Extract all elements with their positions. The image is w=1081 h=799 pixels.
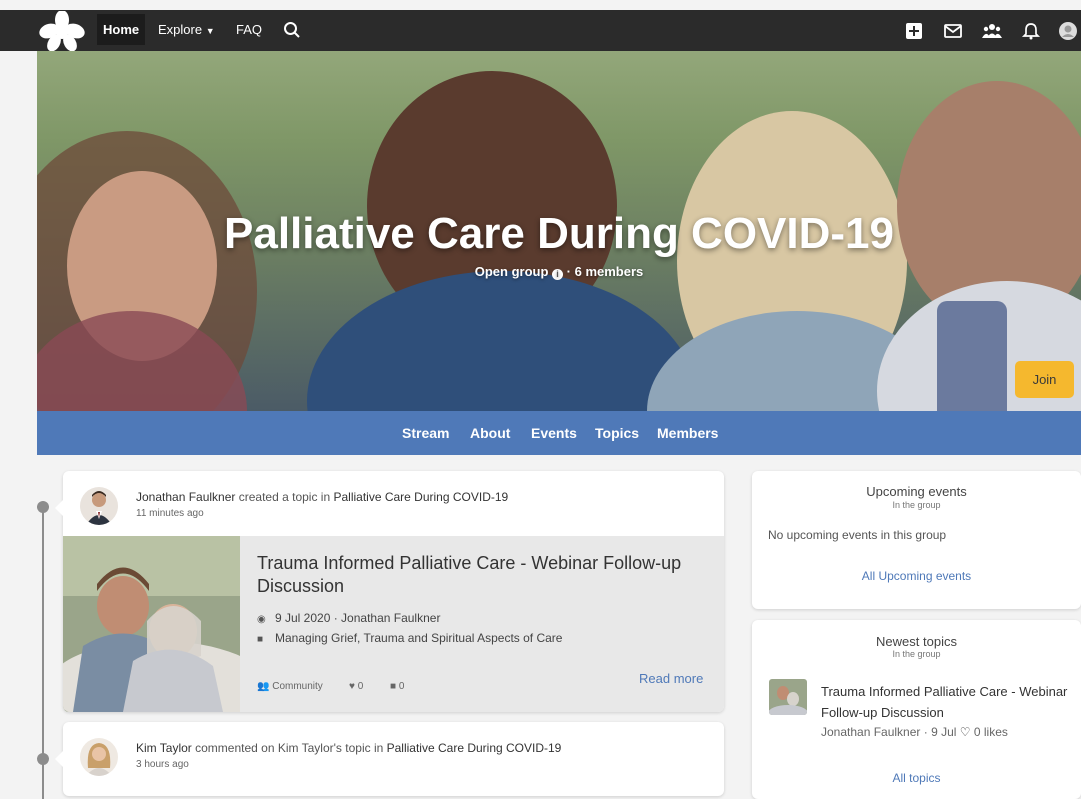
tab-events[interactable]: Events <box>531 425 577 441</box>
avatar-kim-icon <box>86 743 112 776</box>
likes-count: 0 <box>357 681 364 692</box>
activity-time: 11 minutes ago <box>136 508 204 519</box>
topic-date-author: 9 Jul 2020 · Jonathan Faulkner <box>275 611 441 625</box>
topic-date-row: ◉ 9 Jul 2020 · Jonathan Faulkner <box>257 611 440 625</box>
bell-icon[interactable] <box>1021 21 1041 41</box>
newest-topic-meta: Jonathan Faulkner · 9 Jul ♡ 0 likes <box>821 725 1008 739</box>
heart-outline-icon: ♡ <box>959 725 971 739</box>
upcoming-events-block: Upcoming events In the group No upcoming… <box>752 471 1081 609</box>
comments-row[interactable]: ■ 0 <box>390 681 404 692</box>
nav-home[interactable]: Home <box>97 14 146 45</box>
tab-about[interactable]: About <box>470 425 510 441</box>
group-title: Palliative Care During COVID-19 <box>224 209 894 258</box>
newest-topic-likes: 0 likes <box>973 725 1008 739</box>
topic-title[interactable]: Trauma Informed Palliative Care - Webina… <box>257 552 707 598</box>
newest-topics-block: Newest topics In the group Trauma Inform… <box>752 620 1081 799</box>
tab-stream[interactable]: Stream <box>402 425 449 441</box>
group-link[interactable]: Palliative Care During COVID-19 <box>387 741 562 755</box>
likes-row[interactable]: ♥ 0 <box>349 681 363 692</box>
visibility-row: 👥 Community <box>257 681 323 692</box>
activity-text: Jonathan Faulkner created a topic in Pal… <box>136 490 508 504</box>
hero-photo-shape <box>937 301 1007 411</box>
activity-action: created a topic in <box>235 490 334 504</box>
actor-link[interactable]: Kim Taylor <box>136 741 192 755</box>
all-topics-link[interactable]: All topics <box>752 771 1081 785</box>
newest-topic-author-date: Jonathan Faulkner · 9 Jul <box>821 725 957 739</box>
visibility-label: Community <box>272 681 323 692</box>
flower-logo-icon[interactable] <box>37 11 87 51</box>
topic-tag-row: ■ Managing Grief, Trauma and Spiritual As… <box>257 631 562 645</box>
avatar-jonathan-icon <box>86 491 112 525</box>
group-tab-bar: Stream About Events Topics Members <box>37 411 1081 455</box>
top-navbar: Home Explore ▼ FAQ <box>0 10 1081 51</box>
hero-photo-shape <box>307 271 697 411</box>
info-icon[interactable]: i <box>552 269 564 280</box>
topic-thumbnail[interactable] <box>769 679 807 715</box>
chevron-down-icon: ▼ <box>205 26 215 36</box>
comments-count: 0 <box>398 681 405 692</box>
tab-topics[interactable]: Topics <box>595 425 639 441</box>
plus-square-icon[interactable] <box>904 21 924 41</box>
group-type: Open group <box>474 264 549 279</box>
group-link[interactable]: Palliative Care During COVID-19 <box>333 490 508 504</box>
tag-icon: ■ <box>257 634 264 645</box>
topic-thumbnail[interactable] <box>63 536 240 712</box>
card-pointer <box>55 751 63 767</box>
actor-link[interactable]: Jonathan Faulkner <box>136 490 235 504</box>
join-button[interactable]: Join <box>1015 361 1074 398</box>
card-pointer <box>55 500 63 516</box>
activity-action: commented on Kim Taylor's topic in <box>191 741 387 755</box>
timeline-dot <box>37 501 49 513</box>
group-members: · 6 members <box>563 264 644 279</box>
upcoming-events-heading: Upcoming events <box>866 484 967 499</box>
nav-explore-label: Explore <box>158 22 203 37</box>
search-icon[interactable] <box>283 21 301 39</box>
topic-tag[interactable]: Managing Grief, Trauma and Spiritual Asp… <box>275 631 562 645</box>
nav-explore[interactable]: Explore ▼ <box>158 22 215 37</box>
stream-activity-card: Kim Taylor commented on Kim Taylor's top… <box>55 722 724 796</box>
all-upcoming-events-link[interactable]: All Upcoming events <box>752 569 1081 583</box>
group-meta: Open group i · 6 members <box>37 264 1081 280</box>
topic-thumb-image <box>769 679 807 715</box>
newest-topics-heading: Newest topics <box>876 634 957 649</box>
activity-text: Kim Taylor commented on Kim Taylor's top… <box>136 741 561 755</box>
stream-activity-card: Jonathan Faulkner created a topic in Pal… <box>55 471 724 712</box>
newest-topic-title[interactable]: Trauma Informed Palliative Care - Webina… <box>821 681 1071 723</box>
read-more-link[interactable]: Read more <box>639 671 703 686</box>
comment-icon: ■ <box>390 681 397 692</box>
activity-time: 3 hours ago <box>136 759 189 770</box>
tab-members[interactable]: Members <box>657 425 718 441</box>
topic-preview[interactable]: Trauma Informed Palliative Care - Webina… <box>63 536 724 712</box>
envelope-icon[interactable] <box>943 21 963 41</box>
newest-topics-subheading: In the group <box>892 649 941 659</box>
topic-image <box>63 536 240 712</box>
heart-icon: ♥ <box>349 681 355 692</box>
people-icon[interactable] <box>982 21 1002 41</box>
group-hero-banner: Palliative Care During COVID-19 Open gro… <box>37 51 1081 411</box>
user-avatar-icon[interactable] <box>1058 21 1078 41</box>
avatar[interactable] <box>80 487 118 525</box>
globe-icon: ◉ <box>257 614 266 625</box>
nav-faq[interactable]: FAQ <box>236 22 262 37</box>
community-icon: 👥 <box>257 681 270 692</box>
no-events-message: No upcoming events in this group <box>768 528 947 542</box>
avatar[interactable] <box>80 738 118 776</box>
upcoming-events-subheading: In the group <box>892 500 941 510</box>
timeline-dot <box>37 753 49 765</box>
